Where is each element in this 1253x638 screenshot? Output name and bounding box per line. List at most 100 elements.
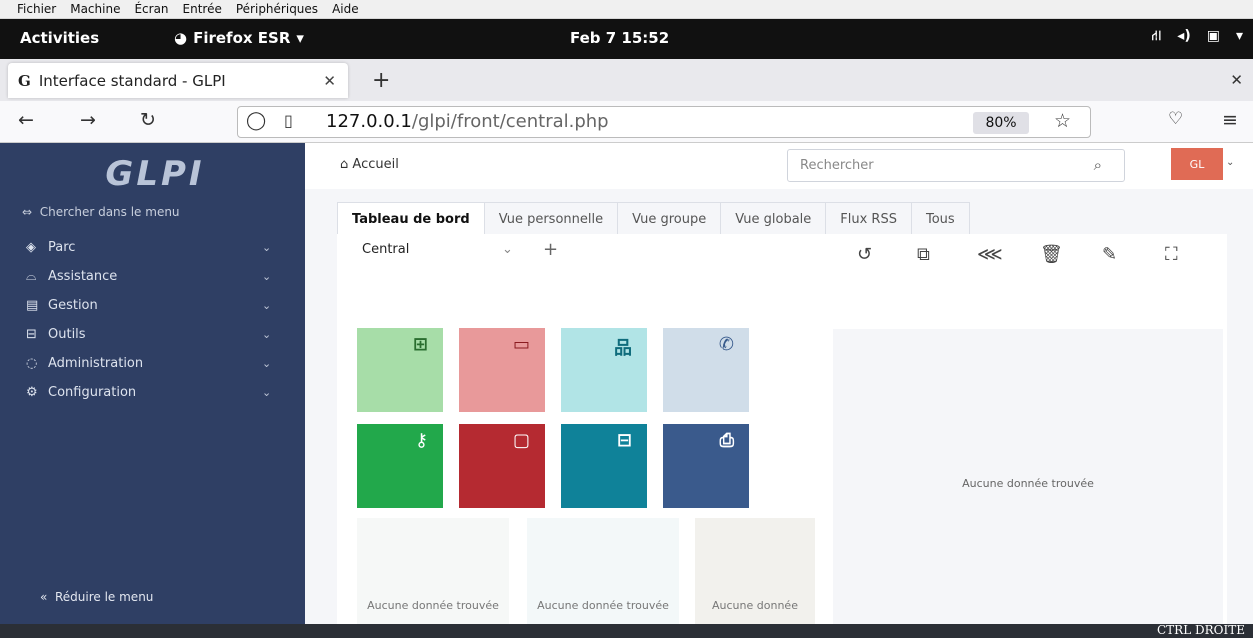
volume-icon: ◂) [1177, 28, 1191, 44]
no-data-text: Aucune donnée trouvée [537, 599, 669, 612]
back-button[interactable]: ← [18, 109, 34, 131]
chevron-down-icon: ⌄ [262, 270, 272, 283]
chevron-down-icon: ▾ [1235, 28, 1243, 44]
card-monitors[interactable]: ▢ [459, 424, 545, 508]
chevron-down-icon: ⌄ [262, 328, 272, 341]
fullscreen-icon[interactable]: ⛶ [1165, 244, 1178, 265]
breadcrumb[interactable]: ⌂ Accueil [340, 157, 399, 172]
glpi-header: ⌂ Accueil Rechercher ⌕ GL ⌄ [305, 143, 1253, 189]
chevron-down-icon: ⌄ [262, 241, 272, 254]
avatar[interactable]: GL [1171, 148, 1223, 180]
printer-icon: ⎙ [719, 430, 734, 451]
sidebar-item-parc[interactable]: ◈ Parc ⌄ [0, 233, 305, 262]
share-icon[interactable]: ⋘ [977, 244, 1003, 265]
sidebar-item-configuration[interactable]: ⚙ Configuration ⌄ [0, 378, 305, 407]
card-printers[interactable]: ⎙ [663, 424, 749, 508]
sidebar-item-label: Parc [48, 240, 76, 255]
shield-icon[interactable]: ◯ [246, 110, 266, 131]
history-icon[interactable]: ↺ [857, 244, 872, 265]
briefcase-icon: ⊟ [26, 327, 37, 342]
url-bar[interactable]: ◯ ▯ 127.0.0.1/glpi/front/central.php 80%… [237, 106, 1091, 138]
clock[interactable]: Feb 7 15:52 [570, 29, 669, 47]
sidebar-item-administration[interactable]: ◌ Administration ⌄ [0, 349, 305, 378]
close-icon[interactable]: ✕ [1230, 71, 1243, 89]
sidebar-item-gestion[interactable]: ▤ Gestion ⌄ [0, 291, 305, 320]
zoom-level-button[interactable]: 80% [973, 112, 1029, 134]
add-dashboard-button[interactable]: + [543, 239, 558, 260]
chevron-down-icon[interactable]: ⌄ [502, 242, 513, 257]
close-tab-icon[interactable]: ✕ [323, 72, 336, 90]
glpi-logo[interactable]: GLPI [85, 153, 225, 195]
edit-icon[interactable]: ✎ [1102, 244, 1117, 265]
reload-button[interactable]: ↻ [140, 109, 156, 131]
trash-icon[interactable]: 🗑 [1040, 244, 1063, 265]
vm-menu-peripheriques[interactable]: Périphériques [236, 2, 318, 16]
glpi-favicon-icon: G [18, 71, 31, 90]
home-icon: ⌂ [340, 157, 349, 172]
search-input[interactable]: Rechercher ⌕ [787, 149, 1125, 182]
vm-status-bar: CTRL DROITE [0, 623, 1253, 638]
pocket-icon[interactable]: ♡ [1168, 109, 1183, 129]
bookmark-star-icon[interactable]: ☆ [1054, 110, 1071, 132]
monitor-icon: ▢ [512, 430, 530, 451]
system-tray[interactable]: ⛙ ◂) ▣ ▾ [1151, 28, 1243, 46]
sidebar-item-outils[interactable]: ⊟ Outils ⌄ [0, 320, 305, 349]
url-text[interactable]: 127.0.0.1/glpi/front/central.php [326, 111, 609, 132]
chevron-down-icon: ⌄ [262, 357, 272, 370]
collapse-menu-button[interactable]: « Réduire le menu [40, 590, 153, 604]
app-menu[interactable]: ◕ Firefox ESR ▾ [174, 29, 304, 47]
vm-menu-aide[interactable]: Aide [332, 2, 359, 16]
card-licenses[interactable]: ⚷ [357, 424, 443, 508]
tab-vue-personnelle[interactable]: Vue personnelle [483, 202, 619, 235]
phone-icon: ✆ [718, 334, 734, 355]
chevron-down-icon: ⌄ [262, 386, 272, 399]
tab-tous[interactable]: Tous [910, 202, 970, 235]
gear-icon: ⚙ [26, 385, 38, 400]
sidebar-item-label: Configuration [48, 385, 137, 400]
chevron-down-icon[interactable]: ⌄ [1226, 157, 1234, 168]
tab-vue-groupe[interactable]: Vue groupe [617, 202, 722, 235]
card-racks[interactable]: ⊟ [561, 424, 647, 508]
activities-button[interactable]: Activities [20, 29, 99, 47]
laptop-icon: ▭ [512, 334, 530, 355]
tab-flux-rss[interactable]: Flux RSS [825, 202, 912, 235]
browser-tab[interactable]: G Interface standard - GLPI ✕ [8, 63, 348, 98]
page-info-icon[interactable]: ▯ [284, 111, 293, 130]
clone-icon[interactable]: ⧉ [917, 244, 930, 265]
empty-widget: Aucune donnée trouvée [357, 518, 509, 638]
sidebar-item-label: Outils [48, 327, 86, 342]
network-icon: 品 [614, 338, 632, 359]
dashboard-panel: Central ⌄ + ↺ ⧉ ⋘ 🗑 ✎ ⛶ ⊞ ▭ 品 ✆ ⚷ ▢ ⊟ ⎙ … [337, 234, 1227, 638]
sidebar-item-assistance[interactable]: ⌓ Assistance ⌄ [0, 262, 305, 291]
vm-menubar: Fichier Machine Écran Entrée Périphériqu… [0, 0, 1253, 19]
vm-menu-entree[interactable]: Entrée [183, 2, 222, 16]
sidebar-item-label: Gestion [48, 298, 98, 313]
vm-menu-machine[interactable]: Machine [70, 2, 120, 16]
card-network[interactable]: 品 [561, 328, 647, 412]
sidebar-menu: ◈ Parc ⌄ ⌓ Assistance ⌄ ▤ Gestion ⌄ ⊟ Ou… [0, 233, 305, 407]
new-tab-button[interactable]: + [372, 68, 390, 93]
shield-icon: ◌ [26, 356, 38, 371]
host-key-label: CTRL DROITE [1156, 623, 1245, 637]
hamburger-menu-icon[interactable]: ≡ [1222, 109, 1238, 131]
no-data-text: Aucune donnée [712, 599, 798, 612]
server-icon: ⊟ [616, 430, 632, 451]
vm-menu-ecran[interactable]: Écran [134, 2, 168, 16]
dashboard-select[interactable]: Central [362, 242, 409, 257]
tab-tableau-de-bord[interactable]: Tableau de bord [337, 202, 485, 235]
network-icon: ⛙ [1151, 28, 1162, 44]
sidebar-search[interactable]: ⇔ Chercher dans le menu [22, 205, 180, 219]
sidebar-item-label: Assistance [48, 269, 118, 284]
card-phones[interactable]: ✆ [663, 328, 749, 412]
double-chevron-left-icon: « [40, 590, 48, 604]
forward-button[interactable]: → [80, 109, 96, 131]
card-computers[interactable]: ▭ [459, 328, 545, 412]
battery-icon: ▣ [1206, 28, 1220, 44]
tab-vue-globale[interactable]: Vue globale [720, 202, 827, 235]
empty-widget: Aucune donnée [695, 518, 815, 638]
box-icon: ◈ [26, 240, 36, 255]
vm-menu-fichier[interactable]: Fichier [17, 2, 56, 16]
search-icon[interactable]: ⌕ [1094, 156, 1102, 174]
card-software[interactable]: ⊞ [357, 328, 443, 412]
browser-tab-strip: G Interface standard - GLPI ✕ + ✕ [0, 59, 1253, 101]
